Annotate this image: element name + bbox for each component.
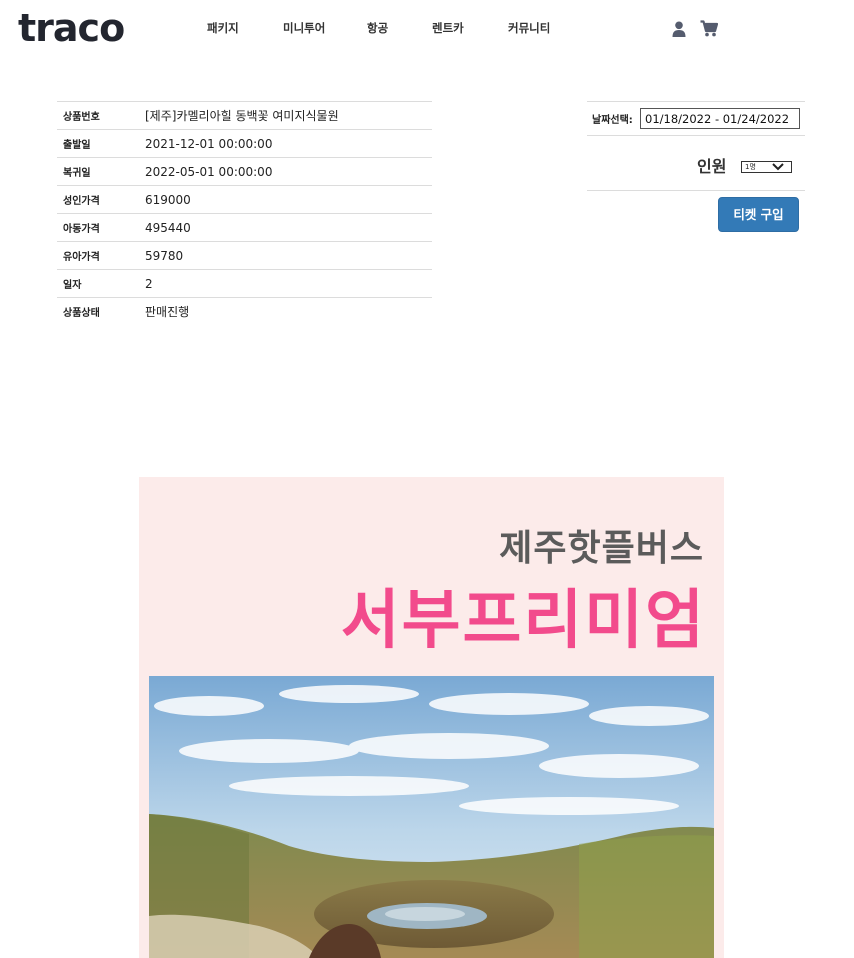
- nav-package[interactable]: 패키지: [207, 20, 239, 36]
- banner-subtitle: 제주핫플버스: [499, 528, 704, 569]
- info-value: 2021-12-01 00:00:00: [145, 129, 432, 158]
- info-value: 619000: [145, 185, 432, 214]
- info-label: 출발일: [57, 129, 145, 158]
- date-range-input[interactable]: [640, 108, 800, 129]
- nav-community[interactable]: 커뮤니티: [508, 20, 550, 36]
- traco-logo[interactable]: traco: [18, 6, 125, 50]
- info-value: 판매진행: [145, 297, 432, 326]
- info-row: 출발일 2021-12-01 00:00:00: [57, 129, 432, 158]
- nav-mini-tour[interactable]: 미니투어: [283, 20, 325, 36]
- people-row: 인원 1명: [587, 136, 805, 191]
- info-label: 유아가격: [57, 241, 145, 270]
- cart-icon[interactable]: [700, 20, 718, 37]
- info-value: [제주]카멜리아힐 동백꽃 여미지식물원: [145, 101, 432, 130]
- info-label: 상품상태: [57, 297, 145, 326]
- info-row: 유아가격 59780: [57, 241, 432, 270]
- user-icon[interactable]: [672, 21, 686, 37]
- info-value: 2022-05-01 00:00:00: [145, 157, 432, 186]
- info-row: 성인가격 619000: [57, 185, 432, 214]
- chevron-down-icon: [772, 163, 784, 171]
- people-label: 인원: [697, 157, 727, 176]
- booking-panel: 날짜선택: 인원 1명 티켓 구입: [587, 101, 805, 232]
- banner-title: 서부프리미엄: [340, 584, 706, 658]
- promo-banner: 제주핫플버스 서부프리미엄: [139, 477, 724, 958]
- date-row: 날짜선택:: [587, 101, 805, 136]
- info-value: 59780: [145, 241, 432, 270]
- info-row: 복귀일 2022-05-01 00:00:00: [57, 157, 432, 186]
- info-label: 복귀일: [57, 157, 145, 186]
- info-row: 상품상태 판매진행: [57, 297, 432, 326]
- people-select[interactable]: 1명: [741, 161, 792, 173]
- date-label: 날짜선택:: [592, 115, 633, 126]
- info-label: 상품번호: [57, 101, 145, 130]
- info-value: 2: [145, 269, 432, 298]
- info-label: 아동가격: [57, 213, 145, 242]
- nav-rentcar[interactable]: 렌트카: [432, 20, 464, 36]
- info-label: 일자: [57, 269, 145, 298]
- product-info-table: 상품번호 [제주]카멜리아힐 동백꽃 여미지식물원 출발일 2021-12-01 00…: [57, 101, 432, 326]
- info-row: 아동가격 495440: [57, 213, 432, 242]
- buy-ticket-button[interactable]: 티켓 구입: [718, 197, 799, 232]
- info-value: 495440: [145, 213, 432, 242]
- banner-landscape-photo: [149, 676, 714, 958]
- info-row: 상품번호 [제주]카멜리아힐 동백꽃 여미지식물원: [57, 101, 432, 130]
- info-row: 일자 2: [57, 269, 432, 298]
- nav-flight[interactable]: 항공: [367, 20, 388, 36]
- people-selected-value: 1명: [745, 163, 756, 171]
- info-label: 성인가격: [57, 185, 145, 214]
